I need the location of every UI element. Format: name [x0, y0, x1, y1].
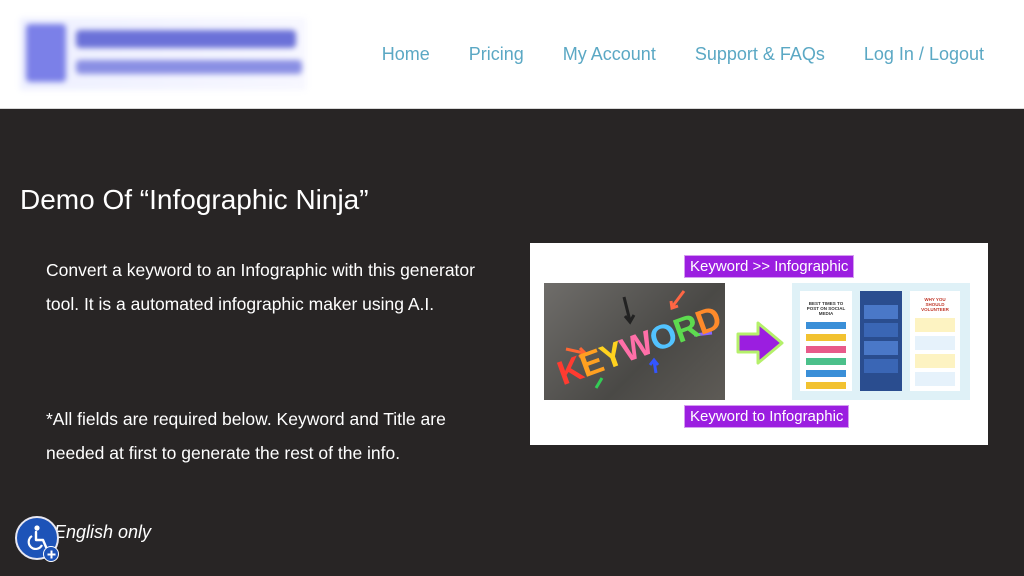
- nav-login-logout[interactable]: Log In / Logout: [864, 44, 984, 65]
- right-arrow-icon: [736, 321, 784, 365]
- site-header: Home Pricing My Account Support & FAQs L…: [0, 0, 1024, 109]
- plus-icon: [43, 546, 59, 562]
- nav-pricing[interactable]: Pricing: [469, 44, 524, 65]
- demo-image: Keyword >> Infographic KEYWORD BEST TIME…: [530, 243, 988, 445]
- nav-home[interactable]: Home: [382, 44, 430, 65]
- keyword-photo: KEYWORD: [544, 283, 725, 400]
- intro-paragraph: Convert a keyword to an Infographic with…: [46, 260, 475, 314]
- page-title: Demo Of “Infographic Ninja”: [20, 184, 369, 215]
- nav-my-account[interactable]: My Account: [563, 44, 656, 65]
- infographic-samples: BEST TIMES TO POST ON SOCIAL MEDIA WHY Y…: [792, 283, 970, 400]
- image-label-top: Keyword >> Infographic: [684, 255, 855, 278]
- language-note: English only: [54, 522, 152, 542]
- nav-support-faqs[interactable]: Support & FAQs: [695, 44, 825, 65]
- image-label-bottom: Keyword to Infographic: [684, 405, 850, 428]
- accessibility-button[interactable]: [15, 516, 59, 562]
- requirements-paragraph: *All fields are required below. Keyword …: [46, 409, 446, 463]
- site-logo[interactable]: [20, 18, 306, 90]
- main-nav: Home Pricing My Account Support & FAQs L…: [343, 44, 984, 65]
